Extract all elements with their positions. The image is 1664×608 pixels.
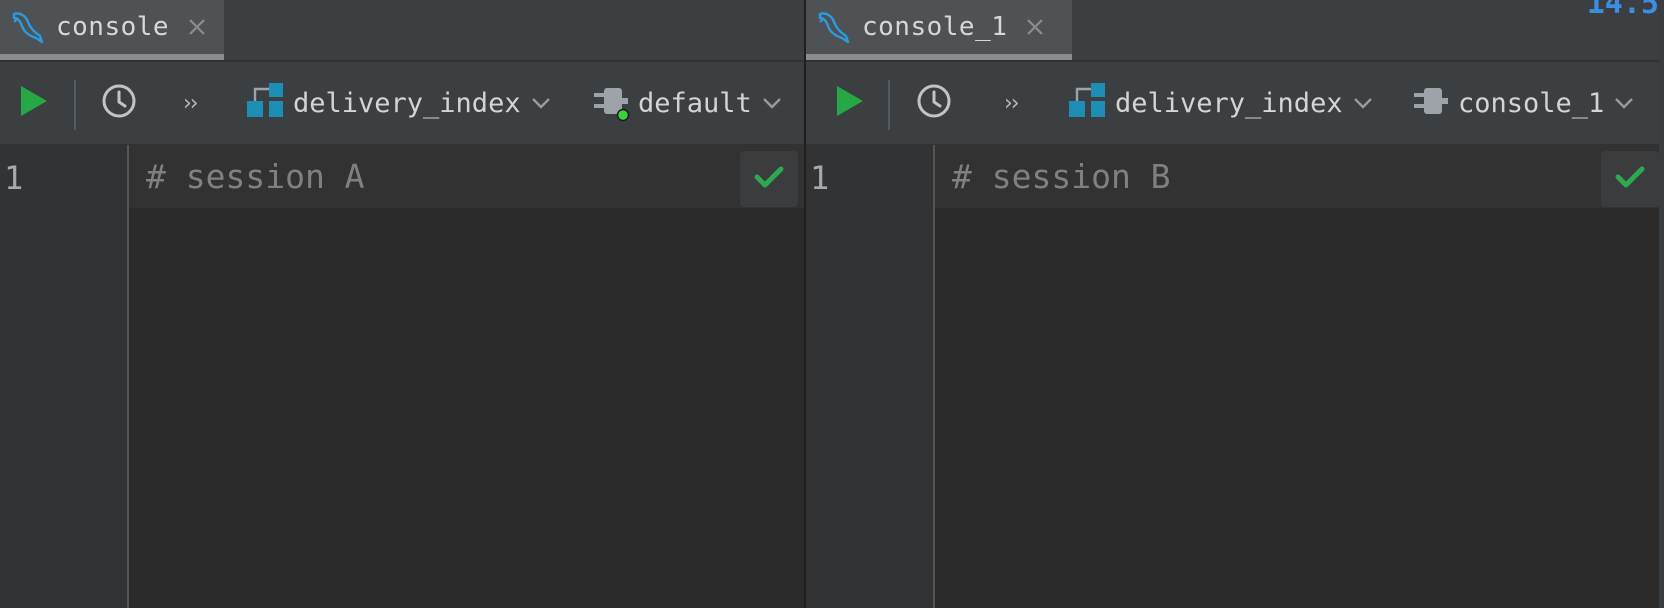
tab-console-1[interactable]: console_1 [806,0,1072,60]
toolbar-separator [888,80,890,130]
schema-selector[interactable]: delivery_index [1069,62,1373,144]
run-icon [18,84,50,122]
tab-label: console [56,12,170,42]
console-pane-right: console_1 14.5 ›› delivery_index console… [806,0,1659,608]
history-clock-icon [915,82,953,124]
line-gutter: 1 [0,145,129,608]
session-label: console_1 [1458,87,1605,119]
console-pane-left: console ›› delivery_index default 1 # se… [0,0,804,608]
chevron-down-icon [1353,96,1373,110]
mysql-dolphin-icon [8,8,46,46]
history-clock-icon [100,82,138,124]
close-icon[interactable] [185,15,209,39]
history-button[interactable] [100,62,138,144]
tab-console[interactable]: console [0,0,224,60]
more-actions-button[interactable]: ›› [1004,62,1020,144]
corner-indicator: 14.5 [1586,0,1659,21]
tab-bar: console_1 14.5 [806,0,1659,62]
more-actions-button[interactable]: ›› [183,62,199,144]
run-button[interactable] [834,62,866,144]
toolbar-separator [74,80,76,130]
schema-selector[interactable]: delivery_index [247,62,551,144]
session-plug-icon [592,84,630,122]
session-label: default [638,87,752,119]
code-line[interactable]: # session B [952,157,1171,196]
chevron-down-icon [531,96,551,110]
console-toolbar: ›› delivery_index [0,62,804,145]
line-number: 1 [4,159,24,197]
more-chevrons-icon: ›› [183,90,199,116]
more-chevrons-icon: ›› [1004,90,1020,116]
session-selector[interactable]: console_1 [1412,62,1634,144]
window-edge [1659,0,1664,608]
line-number: 1 [810,159,830,197]
run-icon [834,84,866,122]
database-schema-icon [247,83,283,123]
mysql-dolphin-icon [814,8,852,46]
code-line[interactable]: # session A [146,157,365,196]
tab-bar: console [0,0,804,62]
ide-window: console ›› delivery_index default 1 # se… [0,0,1664,608]
console-toolbar: ›› delivery_index [806,62,1659,145]
current-line: # session B [935,145,1659,208]
code-editor[interactable]: 1 # session A [0,145,804,608]
schema-label: delivery_index [1115,87,1343,119]
line-gutter: 1 [806,145,935,608]
inspection-status-button[interactable] [740,151,798,207]
close-icon[interactable] [1023,15,1047,39]
tab-label: console_1 [862,12,1008,42]
code-editor[interactable]: 1 # session B [806,145,1659,608]
chevron-down-icon [1614,96,1634,110]
session-selector[interactable]: default [592,62,782,144]
database-schema-icon [1069,83,1105,123]
history-button[interactable] [915,62,953,144]
session-plug-icon [1412,84,1448,122]
schema-label: delivery_index [293,87,521,119]
run-button[interactable] [18,62,50,144]
checkmark-icon [1615,165,1645,193]
checkmark-icon [754,165,784,193]
inspection-status-button[interactable] [1601,151,1659,207]
current-line: # session A [129,145,804,208]
chevron-down-icon [762,96,782,110]
